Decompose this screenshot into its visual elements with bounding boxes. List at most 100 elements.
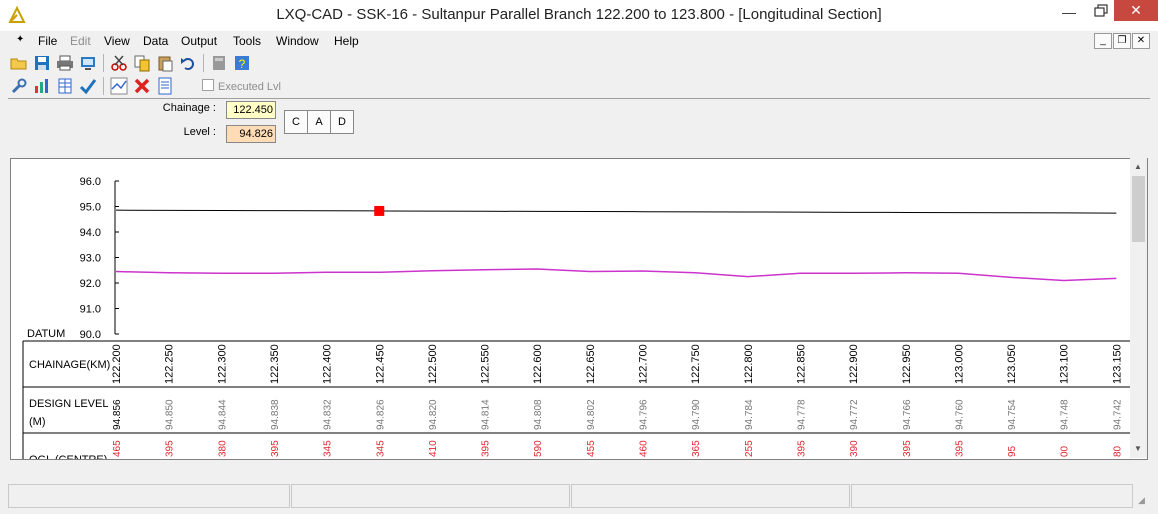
menu-edit[interactable]: Edit (70, 34, 91, 48)
design-band-label: DESIGN LEVEL (29, 398, 108, 410)
chainage-field[interactable]: 122.450 (226, 101, 276, 119)
ogl-value: 395 (165, 440, 176, 457)
chainage-label: 122.400 (322, 344, 334, 384)
ogl-value: 345 (375, 440, 386, 457)
ogl-value: 00 (1060, 445, 1071, 457)
ogl-value: 365 (691, 440, 702, 457)
cut-icon[interactable] (110, 54, 128, 72)
design-level-value: 94.820 (428, 399, 439, 430)
ogl-value: 395 (796, 440, 807, 457)
menu-help[interactable]: Help (334, 34, 359, 48)
delete-icon[interactable] (133, 77, 151, 95)
design-level-value: 94.844 (217, 399, 228, 430)
status-pane-4 (851, 484, 1133, 508)
design-unit-label: (M) (29, 416, 46, 428)
menu-window[interactable]: Window (276, 34, 319, 48)
a-button[interactable]: A (307, 110, 331, 134)
design-level-value: 94.784 (744, 399, 755, 430)
menu-data[interactable]: Data (143, 34, 168, 48)
print-preview-icon[interactable] (79, 54, 97, 72)
design-level-value: 94.814 (481, 399, 492, 430)
ogl-value: 395 (481, 440, 492, 457)
table-icon[interactable] (56, 77, 74, 95)
paste-icon[interactable] (156, 54, 174, 72)
chainage-label: Chainage : (162, 102, 216, 114)
design-level-value: 94.826 (375, 399, 386, 430)
ogl-value: 380 (217, 440, 228, 457)
design-level-line (115, 209, 1117, 214)
design-level-value: 94.856 (112, 399, 123, 430)
chainage-label: 122.500 (427, 344, 439, 384)
executed-level-label: Executed Lvl (218, 81, 281, 93)
checkmark-icon[interactable] (79, 77, 97, 95)
menu-output[interactable]: Output (181, 34, 217, 48)
chainage-label: 122.550 (480, 344, 492, 384)
window-title: LXQ-CAD - SSK-16 - Sultanpur Parallel Br… (276, 6, 882, 23)
chainage-label: 122.600 (532, 344, 544, 384)
chainage-label: 122.700 (638, 344, 650, 384)
calculator-icon[interactable] (210, 54, 228, 72)
chainage-label: 122.650 (585, 344, 597, 384)
print-icon[interactable] (56, 54, 74, 72)
mdi-system-icon[interactable]: ✦ (16, 34, 24, 45)
executed-level-checkbox[interactable]: Executed Lvl (202, 79, 281, 93)
checkbox-box[interactable] (202, 79, 214, 91)
design-level-value: 94.766 (902, 399, 913, 430)
chainage-label: 122.800 (743, 344, 755, 384)
longitudinal-section-view: 96.0 95.0 94.0 93.0 92.0 91.0 90.0 DATUM CHAINAG… (10, 158, 1148, 460)
chainage-label: 122.450 (374, 344, 386, 384)
ogl-value: 460 (639, 440, 650, 457)
status-pane-2 (291, 484, 570, 508)
level-field[interactable]: 94.826 (226, 125, 276, 143)
save-icon[interactable] (33, 54, 51, 72)
svg-text:?: ? (239, 57, 246, 71)
minimize-button[interactable]: — (1060, 4, 1078, 20)
menu-tools[interactable]: Tools (233, 34, 261, 48)
design-level-value: 94.772 (849, 399, 860, 430)
chainage-label: 123.100 (1059, 344, 1071, 384)
chainage-label: 122.900 (848, 344, 860, 384)
mdi-close-button[interactable]: ✕ (1132, 33, 1150, 49)
c-button[interactable]: C (284, 110, 308, 134)
line-graph-icon[interactable] (110, 77, 128, 95)
section-chart: 96.0 95.0 94.0 93.0 92.0 91.0 90.0 DATUM CHAINAG… (22, 176, 1131, 459)
mdi-restore-button[interactable]: ❐ (1113, 33, 1131, 49)
ogl-value: 455 (586, 440, 597, 457)
undo-icon[interactable] (179, 54, 197, 72)
chainage-label: 122.350 (269, 344, 281, 384)
open-folder-icon[interactable] (10, 54, 28, 72)
resize-grip-icon[interactable]: ◢ (1138, 495, 1145, 506)
y-tick-label: 92.0 (80, 278, 101, 290)
scroll-down-icon[interactable]: ▼ (1134, 444, 1142, 453)
chainage-label: 122.250 (164, 344, 176, 384)
close-button[interactable]: ✕ (1114, 0, 1158, 21)
level-label: Level : (183, 126, 216, 138)
design-level-value: 94.754 (1007, 399, 1018, 430)
ogl-value: 465 (112, 440, 123, 457)
chainage-label: 122.750 (690, 344, 702, 384)
menu-view[interactable]: View (104, 34, 130, 48)
scroll-up-icon[interactable]: ▲ (1134, 162, 1142, 171)
scrollbar-thumb[interactable] (1132, 176, 1145, 242)
help-icon[interactable]: ? (233, 54, 251, 72)
design-level-value: 94.790 (691, 399, 702, 430)
design-level-value: 94.838 (270, 399, 281, 430)
menu-file[interactable]: File (38, 34, 57, 48)
chainage-label: 122.300 (216, 344, 228, 384)
bar-chart-icon[interactable] (33, 77, 51, 95)
toolbar-secondary (0, 75, 1158, 97)
design-level-value: 94.796 (639, 399, 650, 430)
design-level-value: 94.850 (165, 399, 176, 430)
copy-icon[interactable] (133, 54, 151, 72)
chainage-band-label: CHAINAGE(KM) (29, 359, 110, 371)
design-level-value: 94.760 (954, 399, 965, 430)
toolbar-main: ? (0, 52, 1158, 74)
restore-button[interactable] (1093, 3, 1111, 19)
d-button[interactable]: D (330, 110, 354, 134)
document-icon[interactable] (156, 77, 174, 95)
chainage-label: 122.950 (901, 344, 913, 384)
y-tick-label: 90.0 (80, 329, 101, 341)
mdi-minimize-button[interactable]: _ (1094, 33, 1112, 49)
ogl-value: 390 (849, 440, 860, 457)
wrench-icon[interactable] (10, 77, 28, 95)
